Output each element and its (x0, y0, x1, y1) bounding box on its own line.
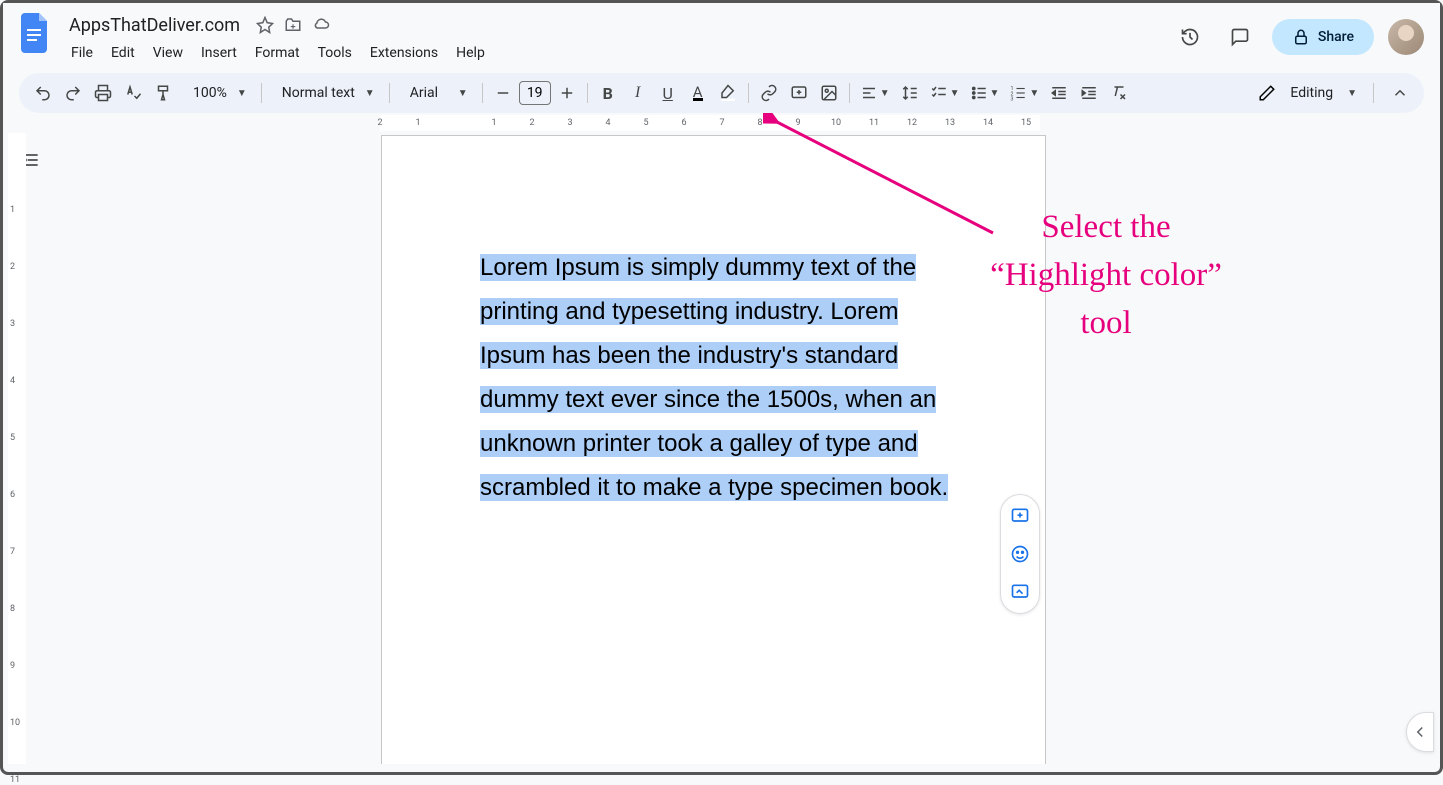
menu-extensions[interactable]: Extensions (362, 41, 446, 65)
document-title[interactable]: AppsThatDeliver.com (63, 13, 246, 38)
bold-button[interactable]: B (594, 79, 622, 107)
insert-image-button[interactable] (815, 79, 843, 107)
vertical-ruler[interactable]: 1234567891011 (8, 133, 26, 764)
highlight-color-button[interactable] (714, 79, 742, 107)
add-reaction-icon[interactable] (1005, 539, 1035, 569)
svg-text:3: 3 (1011, 97, 1014, 103)
insert-link-button[interactable] (755, 79, 783, 107)
move-icon[interactable] (284, 16, 302, 34)
menu-format[interactable]: Format (247, 41, 308, 65)
bullet-list-button[interactable]: ▼ (966, 79, 1004, 107)
clear-format-button[interactable] (1105, 79, 1133, 107)
decrease-font-button[interactable] (489, 79, 517, 107)
toolbar: 100%▼ Normal text▼ Arial▼ 19 B I U A ▼ ▼… (19, 73, 1424, 113)
menu-view[interactable]: View (145, 41, 191, 65)
underline-button[interactable]: U (654, 79, 682, 107)
document-body-text[interactable]: Lorem Ipsum is simply dummy text of the … (480, 246, 950, 510)
menu-bar: File Edit View Insert Format Tools Exten… (63, 41, 1172, 65)
spellcheck-button[interactable] (119, 79, 147, 107)
line-spacing-button[interactable] (896, 79, 924, 107)
font-select[interactable]: Arial▼ (396, 85, 476, 101)
menu-tools[interactable]: Tools (310, 41, 360, 65)
floating-comment-toolbar (1000, 494, 1040, 614)
zoom-select[interactable]: 100%▼ (179, 85, 255, 101)
add-comment-icon[interactable] (1005, 501, 1035, 531)
paragraph-style-select[interactable]: Normal text▼ (268, 85, 383, 101)
menu-insert[interactable]: Insert (193, 41, 245, 65)
increase-indent-button[interactable] (1075, 79, 1103, 107)
share-label: Share (1318, 29, 1354, 45)
print-button[interactable] (89, 79, 117, 107)
font-size-input[interactable]: 19 (519, 81, 551, 105)
format-paint-button[interactable] (149, 79, 177, 107)
undo-button[interactable] (29, 79, 57, 107)
docs-logo[interactable] (19, 11, 55, 55)
text-color-button[interactable]: A (684, 79, 712, 107)
avatar[interactable] (1388, 19, 1424, 55)
share-button[interactable]: Share (1272, 19, 1374, 55)
increase-font-button[interactable] (553, 79, 581, 107)
italic-button[interactable]: I (624, 79, 652, 107)
decrease-indent-button[interactable] (1045, 79, 1073, 107)
horizontal-ruler[interactable]: 21123456789101112131415 (380, 115, 1040, 131)
document-page[interactable]: Lorem Ipsum is simply dummy text of the … (381, 135, 1046, 764)
cloud-icon[interactable] (312, 16, 330, 34)
collapse-toolbar-button[interactable] (1386, 79, 1414, 107)
comments-icon[interactable] (1222, 19, 1258, 55)
star-icon[interactable] (256, 16, 274, 34)
menu-file[interactable]: File (63, 41, 101, 65)
align-button[interactable]: ▼ (856, 79, 894, 107)
menu-help[interactable]: Help (448, 41, 493, 65)
suggest-edits-icon[interactable] (1005, 577, 1035, 607)
numbered-list-button[interactable]: 123▼ (1005, 79, 1043, 107)
add-comment-button[interactable] (785, 79, 813, 107)
redo-button[interactable] (59, 79, 87, 107)
checklist-button[interactable]: ▼ (926, 79, 964, 107)
history-icon[interactable] (1172, 19, 1208, 55)
menu-edit[interactable]: Edit (103, 41, 143, 65)
editing-mode-select[interactable]: Editing ▼ (1248, 84, 1367, 102)
